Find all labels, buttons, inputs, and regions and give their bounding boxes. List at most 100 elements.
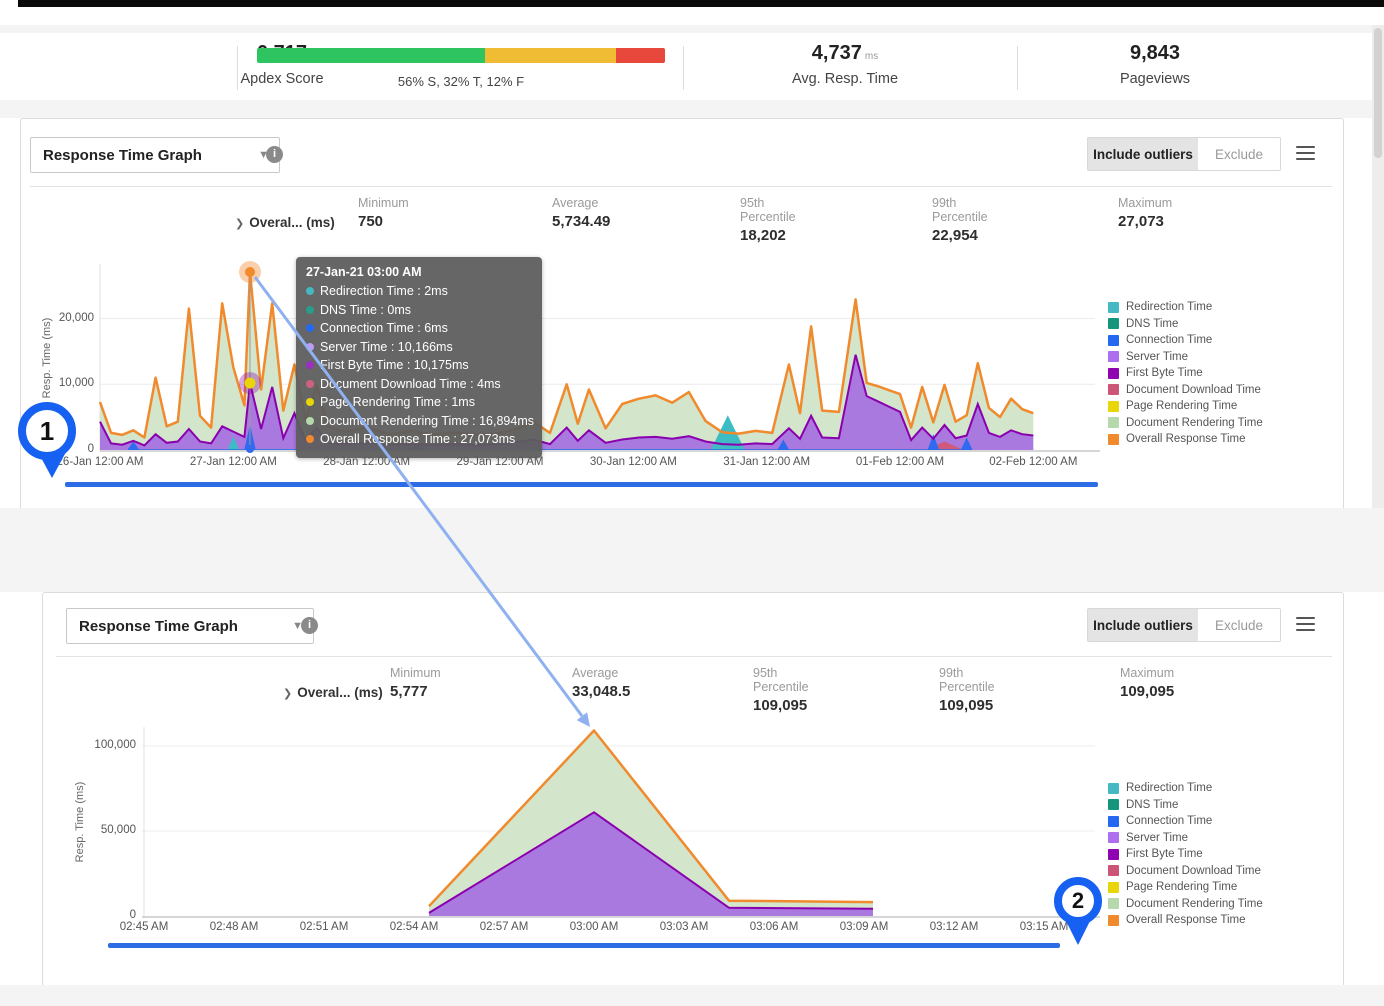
legend-swatch: [1108, 849, 1119, 860]
chart-type-dropdown-2[interactable]: Response Time Graph ▼: [66, 608, 314, 644]
annotation-pin-2[interactable]: 2: [1054, 877, 1102, 925]
tooltip-series-dot: [306, 343, 314, 351]
x-axis-highlight-1: [65, 482, 1098, 487]
legend-item[interactable]: Page Rendering Time: [1108, 879, 1263, 896]
annotation-pin-1[interactable]: 1: [18, 402, 76, 460]
chart-legend-2: Redirection TimeDNS TimeConnection TimeS…: [1108, 780, 1263, 929]
tooltip-series-dot: [306, 306, 314, 314]
series-label-1[interactable]: ❯Overal... (ms): [235, 215, 335, 230]
summary-divider: [683, 46, 684, 90]
exclude-outliers-button[interactable]: Exclude: [1198, 138, 1280, 170]
legend-item[interactable]: Connection Time: [1108, 332, 1263, 349]
legend-item[interactable]: Document Rendering Time: [1108, 896, 1263, 913]
x-tick-label: 03:09 AM: [840, 921, 889, 933]
tooltip-row: Overall Response Time : 27,073ms: [306, 430, 532, 449]
legend-item[interactable]: DNS Time: [1108, 316, 1263, 333]
stat-95th-percentile: 95th Percentile109,095: [753, 666, 809, 714]
stat-99th-percentile: 99th Percentile109,095: [939, 666, 995, 714]
legend-item[interactable]: Server Time: [1108, 349, 1263, 366]
legend-item[interactable]: Overall Response Time: [1108, 912, 1263, 929]
include-outliers-button[interactable]: Include outliers: [1088, 609, 1198, 641]
top-border-bar: [18, 0, 1384, 7]
legend-swatch: [1108, 302, 1119, 313]
x-tick-label: 31-Jan 12:00 AM: [723, 456, 810, 468]
legend-swatch: [1108, 783, 1119, 794]
tooltip-row: Page Rendering Time : 1ms: [306, 393, 532, 412]
tooltip-row: First Byte Time : 10,175ms: [306, 356, 532, 375]
legend-swatch: [1108, 384, 1119, 395]
chart-legend-1: Redirection TimeDNS TimeConnection TimeS…: [1108, 299, 1263, 448]
avg-resp-unit: ms: [865, 51, 878, 62]
pin-pointer: [1066, 921, 1090, 945]
pin-number: 2: [1054, 877, 1102, 925]
stat-minimum: Minimum5,777: [390, 666, 441, 700]
chart-type-dropdown-1[interactable]: Response Time Graph ▼: [30, 137, 280, 173]
legend-swatch: [1108, 915, 1119, 926]
x-tick-label: 03:03 AM: [660, 921, 709, 933]
y-tick-label: 100,000: [74, 739, 136, 751]
legend-item[interactable]: Redirection Time: [1108, 299, 1263, 316]
chevron-right-icon: ❯: [235, 218, 244, 230]
legend-item[interactable]: DNS Time: [1108, 797, 1263, 814]
x-tick-label: 27-Jan 12:00 AM: [190, 456, 277, 468]
legend-swatch: [1108, 816, 1119, 827]
summary-divider: [237, 46, 238, 90]
legend-swatch: [1108, 865, 1119, 876]
legend-item[interactable]: Server Time: [1108, 830, 1263, 847]
tooltip-series-dot: [306, 287, 314, 295]
info-icon[interactable]: i: [301, 617, 318, 634]
legend-swatch: [1108, 882, 1119, 893]
legend-swatch: [1108, 898, 1119, 909]
legend-item[interactable]: First Byte Time: [1108, 365, 1263, 382]
x-tick-label: 03:06 AM: [750, 921, 799, 933]
chart-type-dropdown-label: Response Time Graph: [79, 618, 238, 635]
legend-item[interactable]: Overall Response Time: [1108, 431, 1263, 448]
chevron-right-icon: ❯: [283, 688, 292, 700]
legend-swatch: [1108, 832, 1119, 843]
hamburger-menu-icon[interactable]: [1296, 142, 1315, 164]
hamburger-menu-icon[interactable]: [1296, 613, 1315, 635]
legend-item[interactable]: Page Rendering Time: [1108, 398, 1263, 415]
legend-item[interactable]: Document Rendering Time: [1108, 415, 1263, 432]
legend-item[interactable]: Document Download Time: [1108, 382, 1263, 399]
y-tick-label: 10,000: [32, 377, 94, 389]
apdex-distribution-bar: [257, 48, 665, 63]
x-tick-label: 02:51 AM: [300, 921, 349, 933]
apdex-segment-satisfied: [257, 48, 485, 63]
legend-item[interactable]: Connection Time: [1108, 813, 1263, 830]
exclude-outliers-button[interactable]: Exclude: [1198, 609, 1280, 641]
stat-95th-percentile: 95th Percentile18,202: [740, 196, 796, 244]
avg-resp-value: 4,737ms: [770, 42, 920, 65]
tooltip-series-dot: [306, 417, 314, 425]
apdex-segment-frustrated: [616, 48, 665, 63]
x-tick-label: 02:45 AM: [120, 921, 169, 933]
x-tick-label: 29-Jan 12:00 AM: [457, 456, 544, 468]
stat-maximum: Maximum27,073: [1118, 196, 1172, 230]
legend-swatch: [1108, 351, 1119, 362]
y-axis-label-2: Resp. Time (ms): [74, 767, 86, 877]
tooltip-series-dot: [306, 435, 314, 443]
panel-divider: [30, 186, 1332, 187]
series-label-2[interactable]: ❯Overal... (ms): [283, 685, 383, 700]
x-tick-label: 01-Feb 12:00 AM: [856, 456, 944, 468]
legend-item[interactable]: Document Download Time: [1108, 863, 1263, 880]
y-tick-label: 50,000: [74, 824, 136, 836]
include-outliers-button[interactable]: Include outliers: [1088, 138, 1198, 170]
panel-divider: [56, 656, 1332, 657]
info-icon[interactable]: i: [266, 146, 283, 163]
legend-item[interactable]: Redirection Time: [1108, 780, 1263, 797]
scrollbar-thumb[interactable]: [1374, 28, 1382, 158]
tooltip-row: Document Download Time : 4ms: [306, 375, 532, 394]
legend-swatch: [1108, 799, 1119, 810]
legend-item[interactable]: First Byte Time: [1108, 846, 1263, 863]
x-tick-label: 03:00 AM: [570, 921, 619, 933]
x-tick-label: 03:12 AM: [930, 921, 979, 933]
y-tick-label: 0: [74, 909, 136, 921]
stat-average: Average33,048.5: [572, 666, 630, 700]
pin-pointer: [38, 452, 66, 478]
x-tick-label: 02:57 AM: [480, 921, 529, 933]
chart-tooltip: 27-Jan-21 03:00 AM Redirection Time : 2m…: [296, 257, 542, 458]
x-axis-highlight-2: [108, 943, 1060, 948]
tooltip-row: DNS Time : 0ms: [306, 301, 532, 320]
legend-swatch: [1108, 368, 1119, 379]
